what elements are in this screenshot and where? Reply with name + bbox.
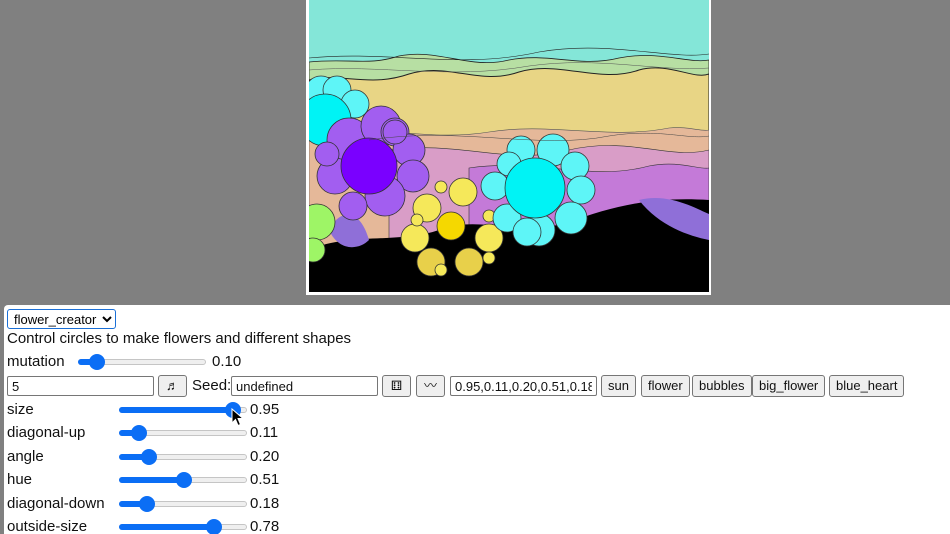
slider-thumb[interactable] — [176, 472, 193, 489]
slider-thumb[interactable] — [206, 519, 223, 534]
preset-flower-button[interactable]: flower — [641, 375, 690, 397]
params-input[interactable] — [450, 376, 597, 396]
wave-button[interactable]: 〰 — [416, 375, 445, 397]
mouse-cursor-icon — [231, 408, 245, 427]
dice-button[interactable]: ⚅ — [382, 375, 411, 397]
preset-sun-button[interactable]: sun — [601, 375, 636, 397]
count-input[interactable] — [7, 376, 154, 396]
param-slider-hue[interactable] — [119, 472, 247, 489]
param-label: hue — [7, 471, 33, 489]
param-label: size — [7, 401, 34, 418]
slider-thumb[interactable] — [141, 448, 158, 465]
mode-select[interactable]: flower_creator — [7, 309, 116, 329]
preset-blue-heart-button[interactable]: blue_heart — [829, 375, 905, 397]
param-slider-diagonal-up[interactable] — [119, 425, 247, 442]
param-value: 0.18 — [250, 494, 280, 512]
control-panel: flower_creator Control circles to make f… — [4, 305, 950, 534]
param-value: 0.51 — [250, 471, 280, 489]
music-button[interactable]: ♬ — [158, 375, 187, 397]
param-value: 0.20 — [250, 447, 280, 465]
param-label: diagonal-up — [7, 424, 86, 442]
param-slider-size[interactable] — [119, 402, 247, 418]
dice-icon: ⚅ — [390, 378, 403, 393]
slider-fill — [119, 524, 215, 530]
mode-description: Control circles to make flowers and diff… — [7, 330, 352, 347]
param-slider-outside-size[interactable] — [119, 519, 247, 534]
param-label: angle — [7, 447, 44, 465]
seed-label: Seed: — [192, 377, 232, 394]
slider-fill — [119, 407, 234, 413]
artwork-canvas[interactable] — [309, 0, 709, 292]
seed-input[interactable] — [231, 376, 378, 396]
preset-bubbles-button[interactable]: bubbles — [692, 375, 752, 397]
mutation-label: mutation — [7, 353, 65, 370]
canvas-frame — [306, 0, 711, 295]
slider-thumb[interactable] — [89, 354, 106, 370]
preset-big-flower-button[interactable]: big_flower — [752, 375, 826, 397]
param-value: 0.11 — [250, 424, 279, 442]
slider-fill — [119, 477, 185, 484]
param-value: 0.78 — [250, 518, 280, 534]
mutation-value: 0.10 — [212, 353, 242, 370]
music-note-icon: ♬ — [166, 378, 179, 393]
param-label: outside-size — [7, 518, 88, 534]
slider-thumb[interactable] — [131, 425, 148, 442]
slider-thumb[interactable] — [139, 495, 156, 512]
mutation-slider[interactable] — [78, 354, 206, 370]
param-slider-angle[interactable] — [119, 448, 247, 465]
param-value: 0.95 — [250, 401, 280, 418]
wave-icon: 〰 — [423, 378, 437, 393]
param-slider-diagonal-down[interactable] — [119, 495, 247, 512]
param-label: diagonal-down — [7, 494, 105, 512]
